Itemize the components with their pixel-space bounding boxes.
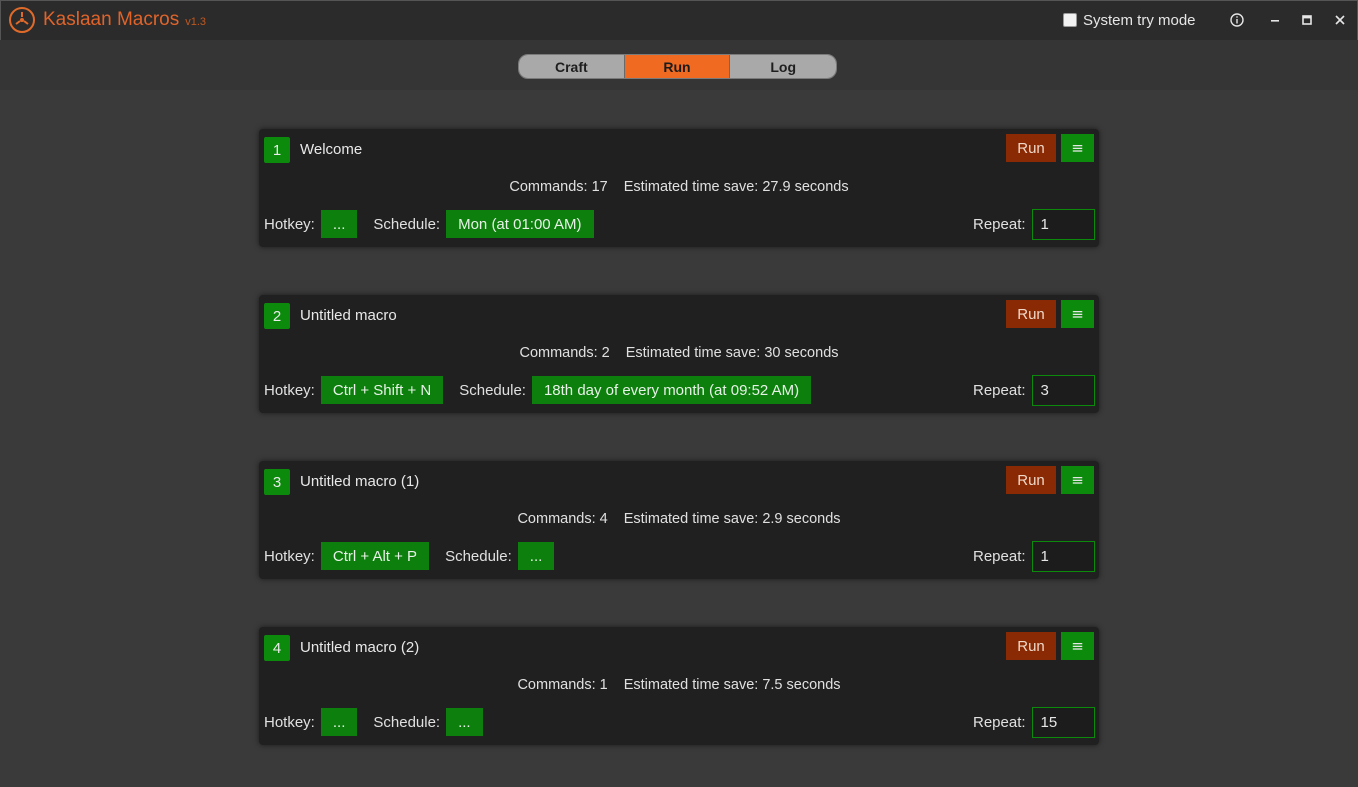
time-save: Estimated time save: 30 seconds bbox=[625, 345, 839, 361]
macro-settings-row: Hotkey: ... Schedule: Mon (at 01:00 AM) bbox=[264, 209, 594, 239]
macro-stats: Commands: 4 Estimated time save: 2.9 seco… bbox=[259, 511, 1099, 527]
macro-number-badge: 3 bbox=[264, 469, 290, 495]
system-tray-mode-checkbox[interactable] bbox=[1063, 13, 1077, 27]
run-button[interactable]: Run bbox=[1006, 632, 1056, 660]
macro-name[interactable]: Untitled macro (2) bbox=[300, 639, 419, 656]
hotkey-label: Hotkey: bbox=[264, 215, 315, 233]
schedule-button[interactable]: ... bbox=[517, 542, 555, 570]
schedule-label: Schedule: bbox=[459, 381, 526, 399]
info-icon bbox=[1230, 13, 1244, 27]
repeat-label: Repeat: bbox=[973, 714, 1026, 731]
tab-bar-area: Craft Run Log bbox=[0, 40, 1358, 90]
schedule-button[interactable]: ... bbox=[446, 708, 483, 736]
hotkey-label: Hotkey: bbox=[264, 381, 315, 399]
macro-number-badge: 1 bbox=[264, 137, 290, 163]
repeat-group: Repeat: bbox=[973, 541, 1095, 572]
repeat-group: Repeat: bbox=[973, 375, 1095, 406]
maximize-icon bbox=[1302, 15, 1312, 25]
close-button[interactable] bbox=[1326, 7, 1354, 33]
macro-name[interactable]: Welcome bbox=[300, 141, 362, 158]
macro-card: 3 Untitled macro (1) Run ≡ Commands: 4 Es… bbox=[259, 461, 1099, 579]
title-bar: Kaslaan Macros v1.3 System try mode bbox=[0, 0, 1358, 40]
repeat-input[interactable] bbox=[1031, 707, 1095, 738]
hamburger-icon: ≡ bbox=[1071, 637, 1084, 655]
tab-bar: Craft Run Log bbox=[518, 54, 837, 79]
schedule-label: Schedule: bbox=[373, 215, 441, 233]
macro-name[interactable]: Untitled macro (1) bbox=[300, 473, 419, 490]
repeat-label: Repeat: bbox=[973, 548, 1026, 565]
hotkey-button[interactable]: Ctrl + Shift + N bbox=[320, 376, 444, 404]
schedule-label: Schedule: bbox=[445, 547, 512, 565]
schedule-label: Schedule: bbox=[373, 713, 441, 731]
commands-count: Commands: 4 bbox=[517, 511, 608, 527]
time-save: Estimated time save: 7.5 seconds bbox=[623, 677, 841, 693]
commands-count: Commands: 2 bbox=[519, 345, 610, 361]
run-button[interactable]: Run bbox=[1006, 300, 1056, 328]
macro-settings-row: Hotkey: Ctrl + Shift + N Schedule: 18th … bbox=[264, 375, 812, 405]
hamburger-icon: ≡ bbox=[1071, 305, 1084, 323]
tab-craft[interactable]: Craft bbox=[519, 55, 625, 78]
repeat-label: Repeat: bbox=[973, 382, 1026, 399]
time-save: Estimated time save: 27.9 seconds bbox=[623, 179, 849, 195]
run-button[interactable]: Run bbox=[1006, 466, 1056, 494]
time-save: Estimated time save: 2.9 seconds bbox=[623, 511, 841, 527]
hotkey-button[interactable]: Ctrl + Alt + P bbox=[320, 542, 430, 570]
app-title-text: Kaslaan Macros bbox=[43, 9, 180, 30]
macro-stats: Commands: 17 Estimated time save: 27.9 se… bbox=[259, 179, 1099, 195]
run-button[interactable]: Run bbox=[1006, 134, 1056, 162]
app-logo-icon bbox=[9, 7, 35, 33]
repeat-group: Repeat: bbox=[973, 209, 1095, 240]
tab-run[interactable]: Run bbox=[624, 55, 731, 78]
info-button[interactable] bbox=[1223, 7, 1251, 33]
close-icon bbox=[1335, 15, 1345, 25]
app-version: v1.3 bbox=[185, 16, 207, 28]
macro-number-badge: 4 bbox=[264, 635, 290, 661]
minimize-button[interactable] bbox=[1261, 7, 1289, 33]
macro-number-badge: 2 bbox=[264, 303, 290, 329]
macro-menu-button[interactable]: ≡ bbox=[1061, 134, 1094, 162]
macro-stats: Commands: 2 Estimated time save: 30 secon… bbox=[259, 345, 1099, 361]
macro-card: 4 Untitled macro (2) Run ≡ Commands: 1 Es… bbox=[259, 627, 1099, 745]
minimize-icon bbox=[1271, 20, 1279, 22]
commands-count: Commands: 17 bbox=[509, 179, 608, 195]
macro-settings-row: Hotkey: Ctrl + Alt + P Schedule: ... bbox=[264, 541, 555, 571]
macro-menu-button[interactable]: ≡ bbox=[1061, 466, 1094, 494]
macro-menu-button[interactable]: ≡ bbox=[1061, 300, 1094, 328]
hamburger-icon: ≡ bbox=[1071, 471, 1084, 489]
system-tray-mode-label[interactable]: System try mode bbox=[1083, 12, 1196, 29]
macro-card: 1 Welcome Run ≡ Commands: 17 Estimated ti… bbox=[259, 129, 1099, 247]
macro-card: 2 Untitled macro Run ≡ Commands: 2 Estima… bbox=[259, 295, 1099, 413]
repeat-input[interactable] bbox=[1031, 375, 1095, 406]
repeat-group: Repeat: bbox=[973, 707, 1095, 738]
commands-count: Commands: 1 bbox=[517, 677, 608, 693]
repeat-input[interactable] bbox=[1031, 541, 1095, 572]
repeat-input[interactable] bbox=[1031, 209, 1095, 240]
hotkey-label: Hotkey: bbox=[264, 547, 315, 565]
hotkey-button[interactable]: ... bbox=[320, 708, 358, 736]
hotkey-label: Hotkey: bbox=[264, 713, 315, 731]
macro-stats: Commands: 1 Estimated time save: 7.5 seco… bbox=[259, 677, 1099, 693]
schedule-button[interactable]: 18th day of every month (at 09:52 AM) bbox=[531, 376, 812, 404]
hotkey-button[interactable]: ... bbox=[320, 210, 358, 238]
hamburger-icon: ≡ bbox=[1071, 139, 1084, 157]
maximize-button[interactable] bbox=[1293, 7, 1321, 33]
app-title: Kaslaan Macros v1.3 bbox=[43, 9, 206, 31]
macro-settings-row: Hotkey: ... Schedule: ... bbox=[264, 707, 483, 737]
repeat-label: Repeat: bbox=[973, 216, 1026, 233]
tab-log[interactable]: Log bbox=[730, 55, 836, 78]
macro-name[interactable]: Untitled macro bbox=[300, 307, 397, 324]
macro-menu-button[interactable]: ≡ bbox=[1061, 632, 1094, 660]
schedule-button[interactable]: Mon (at 01:00 AM) bbox=[446, 210, 594, 238]
